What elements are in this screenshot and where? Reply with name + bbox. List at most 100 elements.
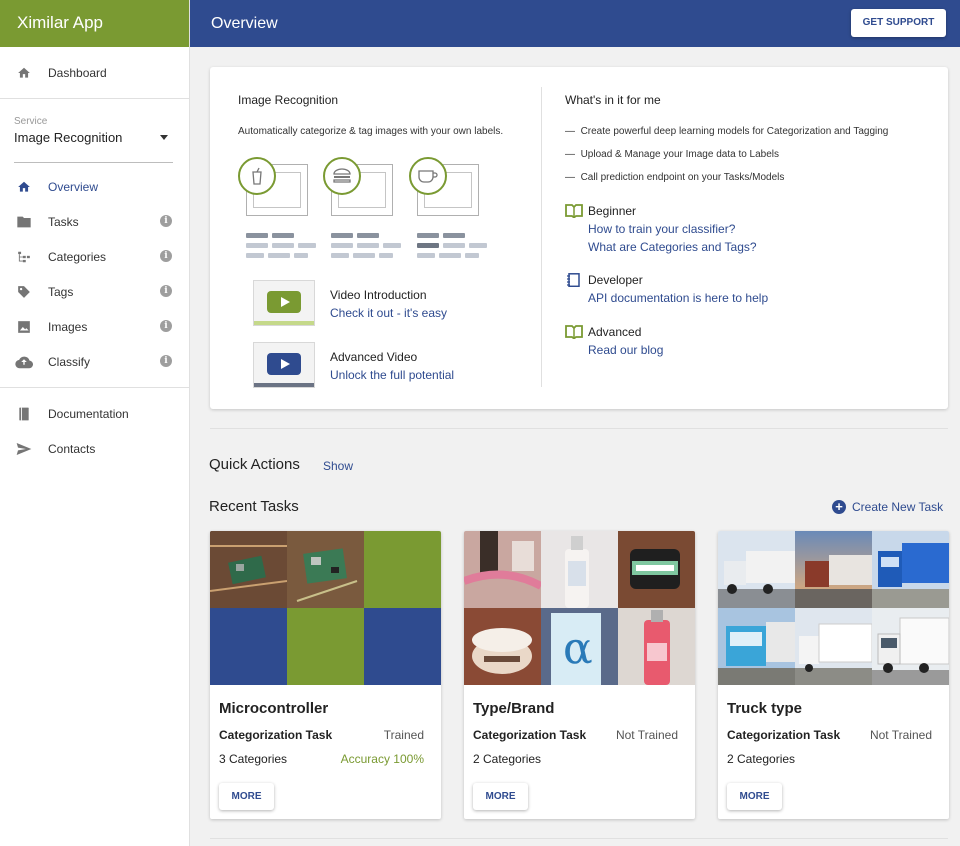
info-icon[interactable]: i bbox=[160, 285, 172, 297]
quick-actions-title: Quick Actions bbox=[209, 456, 300, 473]
task-card-microcontroller[interactable]: Microcontroller Categorization Task Trai… bbox=[210, 531, 441, 819]
sidebar-item-documentation[interactable]: Documentation bbox=[0, 396, 189, 431]
placeholder-tile bbox=[364, 608, 441, 685]
api-docs-link[interactable]: API documentation is here to help bbox=[588, 291, 768, 305]
benefit-item: — Call prediction endpoint on your Tasks… bbox=[565, 172, 785, 183]
video-link[interactable]: Check it out - it's easy bbox=[330, 306, 447, 320]
train-classifier-link[interactable]: How to train your classifier? bbox=[588, 222, 757, 236]
top-bar: Overview GET SUPPORT bbox=[190, 0, 960, 47]
image-recognition-title: Image Recognition bbox=[238, 93, 339, 107]
task-image-mosaic: α bbox=[464, 531, 695, 685]
benefit-item: — Create powerful deep learning models f… bbox=[565, 126, 889, 137]
divider bbox=[210, 428, 948, 429]
task-type: Categorization Task bbox=[473, 728, 587, 742]
create-new-task-button[interactable]: + Create New Task bbox=[832, 500, 943, 514]
divider bbox=[0, 387, 189, 388]
advanced-video[interactable]: Advanced Video Unlock the full potential bbox=[253, 342, 493, 390]
task-categories: 3 Categories bbox=[219, 752, 288, 766]
illustration-burger bbox=[323, 157, 401, 267]
video-link[interactable]: Unlock the full potential bbox=[330, 368, 454, 382]
sidebar-item-categories[interactable]: Categories i bbox=[0, 239, 189, 274]
info-icon[interactable]: i bbox=[160, 355, 172, 367]
cloud-upload-icon bbox=[15, 353, 33, 371]
image-thumbnail bbox=[210, 531, 287, 608]
beginner-title: Beginner bbox=[588, 204, 637, 218]
get-support-button[interactable]: GET SUPPORT bbox=[851, 9, 946, 37]
advanced-section: Advanced Read our blog bbox=[565, 325, 663, 357]
placeholder-tile bbox=[364, 531, 441, 608]
add-circle-icon: + bbox=[832, 500, 846, 514]
task-card-type-brand[interactable]: α Type/Brand Categorization Task Not Tra… bbox=[464, 531, 695, 819]
sidebar-item-label: Overview bbox=[48, 179, 99, 194]
video-thumbnail[interactable] bbox=[253, 342, 315, 388]
blog-link[interactable]: Read our blog bbox=[588, 343, 663, 357]
info-icon[interactable]: i bbox=[160, 320, 172, 332]
whats-in-it-title: What's in it for me bbox=[565, 93, 661, 107]
more-button[interactable]: MORE bbox=[727, 783, 782, 810]
sidebar-item-tags[interactable]: Tags i bbox=[0, 274, 189, 309]
sidebar-item-label: Tags bbox=[48, 284, 74, 299]
divider bbox=[541, 87, 542, 387]
open-book-icon bbox=[565, 325, 583, 339]
video-thumbnail[interactable] bbox=[253, 280, 315, 326]
task-status: Not Trained bbox=[869, 728, 932, 742]
sidebar-item-label: Documentation bbox=[48, 406, 129, 421]
sidebar: Ximilar App Dashboard Service Image Reco… bbox=[0, 0, 190, 846]
image-thumbnail bbox=[795, 531, 872, 608]
image-thumbnail bbox=[872, 608, 949, 685]
sidebar-item-contacts[interactable]: Contacts bbox=[0, 431, 189, 466]
tree-icon bbox=[15, 248, 33, 266]
sidebar-item-label: Contacts bbox=[48, 441, 96, 456]
play-icon bbox=[267, 291, 301, 313]
home-icon bbox=[15, 64, 33, 82]
task-type: Categorization Task bbox=[219, 728, 333, 742]
benefit-item: — Upload & Manage your Image data to Lab… bbox=[565, 149, 780, 160]
task-name: Truck type bbox=[727, 700, 803, 717]
developer-section: Developer API documentation is here to h… bbox=[565, 273, 768, 305]
more-button[interactable]: MORE bbox=[219, 783, 274, 810]
image-thumbnail bbox=[541, 531, 618, 608]
image-thumbnail bbox=[287, 531, 364, 608]
home-icon bbox=[15, 178, 33, 196]
task-status: Not Trained bbox=[615, 728, 678, 742]
quick-actions-show-link[interactable]: Show bbox=[323, 459, 353, 473]
task-card-truck-type[interactable]: Truck type Categorization Task Not Train… bbox=[718, 531, 949, 819]
service-label: Service bbox=[14, 116, 48, 127]
placeholder-tile bbox=[287, 608, 364, 685]
task-image-mosaic bbox=[718, 531, 949, 685]
image-thumbnail bbox=[795, 608, 872, 685]
drink-icon bbox=[238, 157, 276, 195]
image-recognition-description: Automatically categorize & tag images wi… bbox=[238, 126, 504, 137]
info-icon[interactable]: i bbox=[160, 215, 172, 227]
caret-down-icon bbox=[160, 135, 168, 140]
sidebar-item-dashboard[interactable]: Dashboard bbox=[0, 55, 189, 90]
task-name: Microcontroller bbox=[219, 700, 329, 717]
service-select[interactable]: Service Image Recognition bbox=[0, 99, 189, 153]
info-icon[interactable]: i bbox=[160, 250, 172, 262]
task-categories: 2 Categories bbox=[727, 752, 796, 766]
developer-title: Developer bbox=[588, 273, 643, 287]
task-image-mosaic bbox=[210, 531, 441, 685]
illustration-drink bbox=[238, 157, 316, 267]
sidebar-item-label: Classify bbox=[48, 354, 91, 369]
sidebar-item-overview[interactable]: Overview bbox=[0, 169, 189, 204]
task-name: Type/Brand bbox=[473, 700, 555, 717]
sidebar-item-label: Images bbox=[48, 319, 88, 334]
sidebar-item-tasks[interactable]: Tasks i bbox=[0, 204, 189, 239]
coffee-cup-icon bbox=[409, 157, 447, 195]
video-introduction[interactable]: Video Introduction Check it out - it's e… bbox=[253, 280, 493, 328]
sidebar-item-label: Categories bbox=[48, 249, 107, 264]
image-thumbnail bbox=[718, 608, 795, 685]
task-accuracy: Accuracy 100% bbox=[340, 752, 424, 766]
categories-tags-link[interactable]: What are Categories and Tags? bbox=[588, 240, 757, 254]
image-thumbnail bbox=[872, 531, 949, 608]
sidebar-item-label: Tasks bbox=[48, 214, 79, 229]
task-status: Trained bbox=[383, 728, 424, 742]
sidebar-item-images[interactable]: Images i bbox=[0, 309, 189, 344]
more-button[interactable]: MORE bbox=[473, 783, 528, 810]
sidebar-item-classify[interactable]: Classify i bbox=[0, 344, 189, 379]
page-title: Overview bbox=[211, 15, 278, 32]
image-thumbnail bbox=[464, 608, 541, 685]
app-brand[interactable]: Ximilar App bbox=[0, 0, 189, 47]
recent-tasks-title: Recent Tasks bbox=[209, 498, 299, 515]
